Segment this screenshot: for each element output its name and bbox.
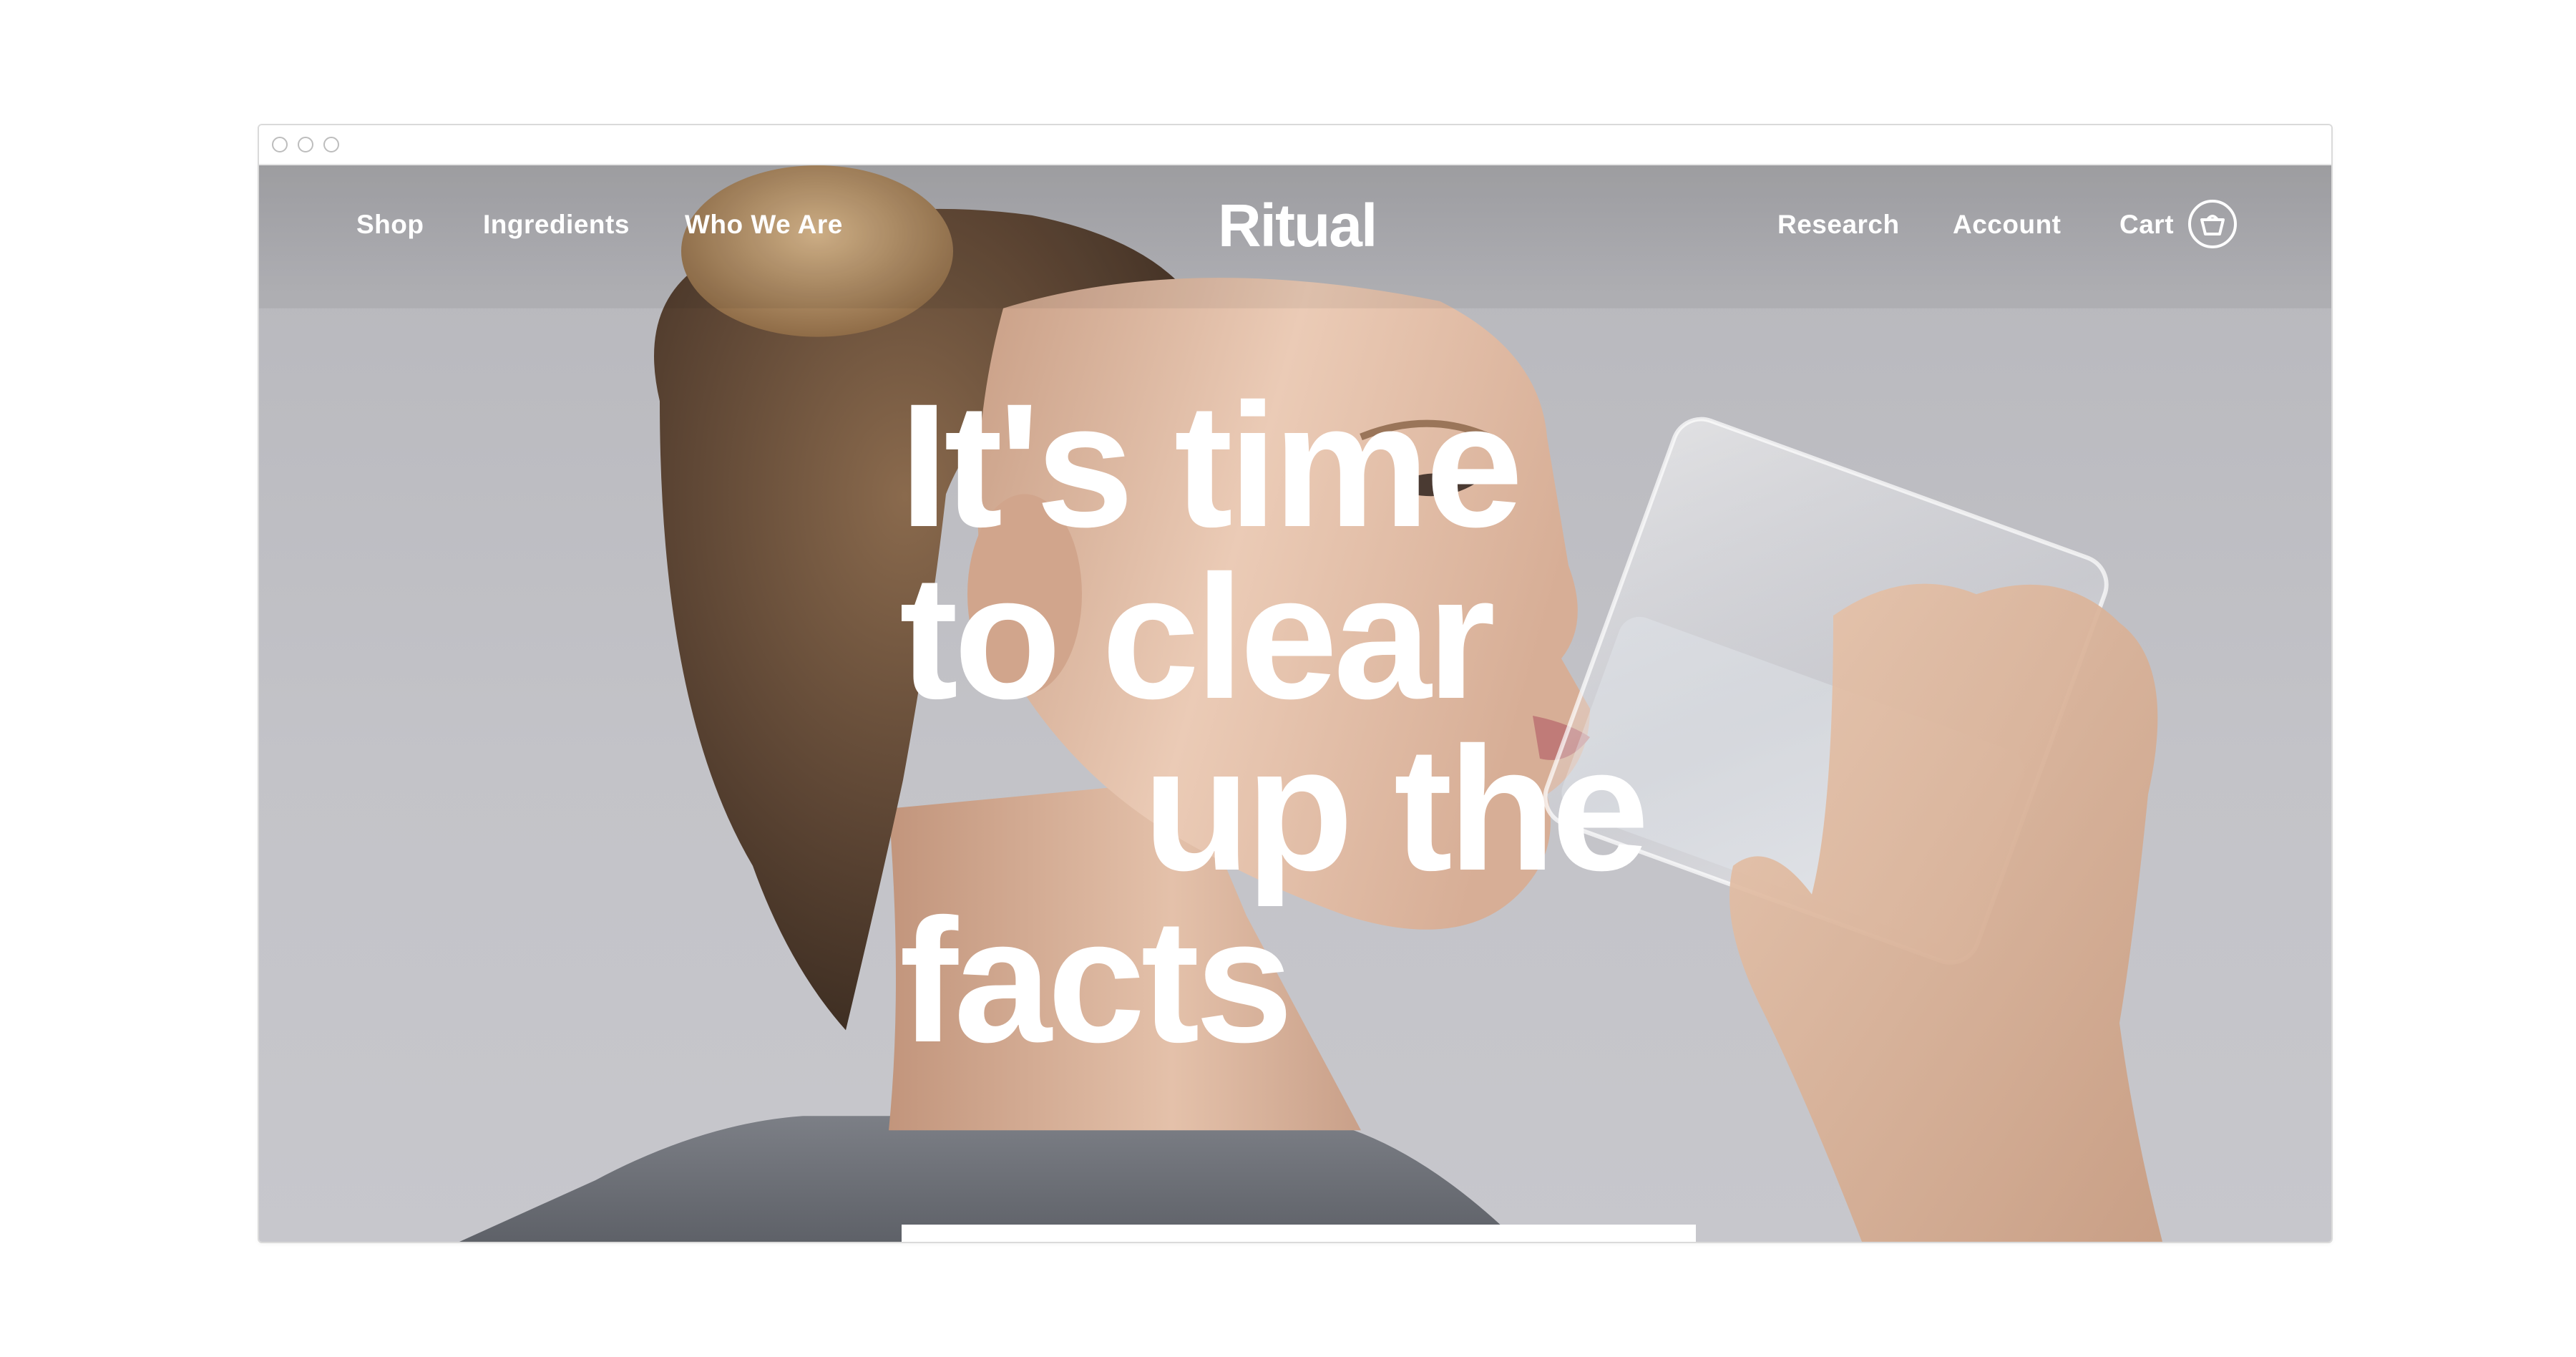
nav-who-we-are-link[interactable]: Who We Are — [685, 210, 843, 240]
page-viewport: Shop Ingredients Who We Are Ritual Resea… — [259, 165, 2331, 1242]
headline-line-1: It's time — [899, 367, 1523, 564]
browser-window: Shop Ingredients Who We Are Ritual Resea… — [258, 124, 2333, 1243]
window-zoom-dot[interactable] — [323, 137, 339, 152]
basket-icon[interactable] — [2188, 200, 2237, 248]
nav-account-link[interactable]: Account — [1953, 210, 2062, 240]
nav-cart-link[interactable]: Cart — [2119, 210, 2174, 240]
hero-headline: It's time to clear up the facts — [899, 367, 1649, 1079]
window-close-dot[interactable] — [272, 137, 288, 152]
headline-line-3: up the — [1143, 711, 1649, 908]
headline-line-4: facts — [899, 882, 1293, 1079]
window-minimize-dot[interactable] — [298, 137, 313, 152]
nav-ingredients-link[interactable]: Ingredients — [483, 210, 630, 240]
nav-research-link[interactable]: Research — [1777, 210, 1900, 240]
main-nav: Shop Ingredients Who We Are Ritual Resea… — [259, 165, 2331, 287]
headline-line-2: to clear — [899, 539, 1496, 736]
headline-underline — [902, 1225, 1696, 1242]
ritual-logo[interactable]: Ritual — [1218, 191, 1377, 261]
nav-shop-link[interactable]: Shop — [356, 210, 424, 240]
browser-titlebar — [259, 125, 2331, 165]
